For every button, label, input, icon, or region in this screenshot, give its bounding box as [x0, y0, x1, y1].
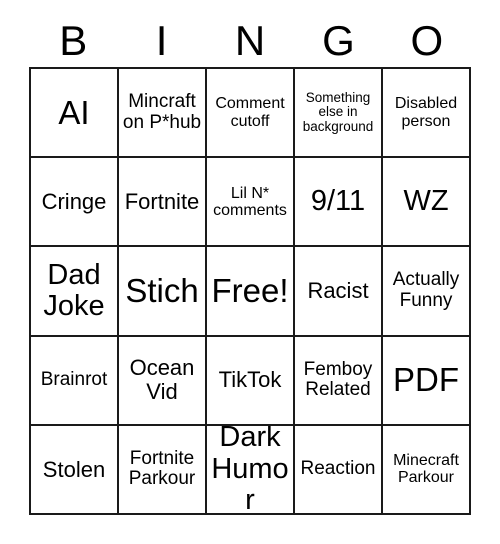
bingo-cell-r4c2[interactable]: Ocean Vid: [119, 336, 207, 426]
bingo-cell-label: Stolen: [42, 456, 106, 482]
bingo-cell-r3c2[interactable]: Stich: [119, 247, 207, 337]
bingo-cell-r4c5[interactable]: PDF: [383, 336, 471, 426]
bingo-cell-label: Dad Joke: [43, 258, 105, 322]
bingo-cell-r1c1[interactable]: AI: [31, 69, 119, 159]
bingo-cell-label: Minecraft Parkour: [393, 452, 459, 487]
bingo-cell-r2c1[interactable]: Cringe: [31, 158, 119, 248]
bingo-cell-label: Fortnite Parkour: [128, 447, 196, 490]
bingo-cell-label: TikTok: [218, 367, 282, 393]
bingo-cell-label: Reaction: [300, 458, 376, 480]
header-letter-o: O: [410, 16, 444, 64]
bingo-cell-label: Free!: [211, 272, 289, 310]
header-letter-g: G: [322, 16, 355, 64]
bingo-cell-r3c3[interactable]: Free!: [207, 247, 295, 337]
bingo-cell-label: Femboy Related: [303, 358, 373, 401]
bingo-cell-r4c4[interactable]: Femboy Related: [295, 336, 383, 426]
bingo-cell-label: Cringe: [41, 188, 107, 214]
bingo-cell-label: AI: [58, 93, 90, 131]
bingo-cell-r1c5[interactable]: Disabled person: [383, 69, 471, 159]
bingo-cell-label: Actually Funny: [392, 269, 460, 311]
bingo-cell-label: Lil N* comments: [213, 184, 287, 219]
bingo-cell-label: Dark Humor: [211, 425, 289, 515]
header-letter-i: I: [155, 16, 168, 64]
bingo-cell-label: Racist: [307, 278, 369, 304]
bingo-cell-r5c4[interactable]: Reaction: [295, 425, 383, 515]
bingo-cell-label: Brainrot: [40, 368, 108, 390]
bingo-grid: AI Mincraft on P*hub Comment cutoff Somethi…: [29, 67, 471, 515]
bingo-cell-r3c4[interactable]: Racist: [295, 247, 383, 337]
bingo-cell-r5c1[interactable]: Stolen: [31, 425, 119, 515]
bingo-cell-r4c3[interactable]: TikTok: [207, 336, 295, 426]
bingo-cell-label: Mincraft on P*hub: [122, 91, 202, 133]
bingo-cell-r3c1[interactable]: Dad Joke: [31, 247, 119, 337]
bingo-cell-label: Ocean Vid: [129, 355, 195, 405]
bingo-cell-r2c2[interactable]: Fortnite: [119, 158, 207, 248]
bingo-cell-r3c5[interactable]: Actually Funny: [383, 247, 471, 337]
bingo-cell-r1c2[interactable]: Mincraft on P*hub: [119, 69, 207, 159]
bingo-cell-r1c4[interactable]: Something else in background: [295, 69, 383, 159]
bingo-card: B I N G O AI Mincraft on P*hub Comment cut…: [0, 0, 500, 544]
bingo-cell-label: PDF: [393, 361, 459, 399]
bingo-cell-r5c3[interactable]: Dark Humor: [207, 425, 295, 515]
bingo-cell-label: Disabled person: [394, 95, 458, 130]
bingo-cell-r2c5[interactable]: WZ: [383, 158, 471, 248]
header-letter-n: N: [234, 16, 266, 64]
bingo-cell-r4c1[interactable]: Brainrot: [31, 336, 119, 426]
bingo-cell-r5c2[interactable]: Fortnite Parkour: [119, 425, 207, 515]
bingo-cell-r2c3[interactable]: Lil N* comments: [207, 158, 295, 248]
bingo-cell-r1c3[interactable]: Comment cutoff: [207, 69, 295, 159]
bingo-cell-label: Stich: [125, 272, 199, 310]
header-letter-b: B: [59, 16, 88, 64]
bingo-cell-r2c4[interactable]: 9/11: [295, 158, 383, 248]
bingo-cell-label: Fortnite: [124, 188, 200, 214]
bingo-cell-label: Comment cutoff: [215, 95, 285, 130]
bingo-cell-label: Something else in background: [302, 89, 374, 134]
bingo-cell-label: 9/11: [310, 185, 366, 218]
bingo-cell-r5c5[interactable]: Minecraft Parkour: [383, 425, 471, 515]
bingo-cell-label: WZ: [403, 185, 449, 218]
bingo-header: B I N G O: [29, 14, 471, 67]
